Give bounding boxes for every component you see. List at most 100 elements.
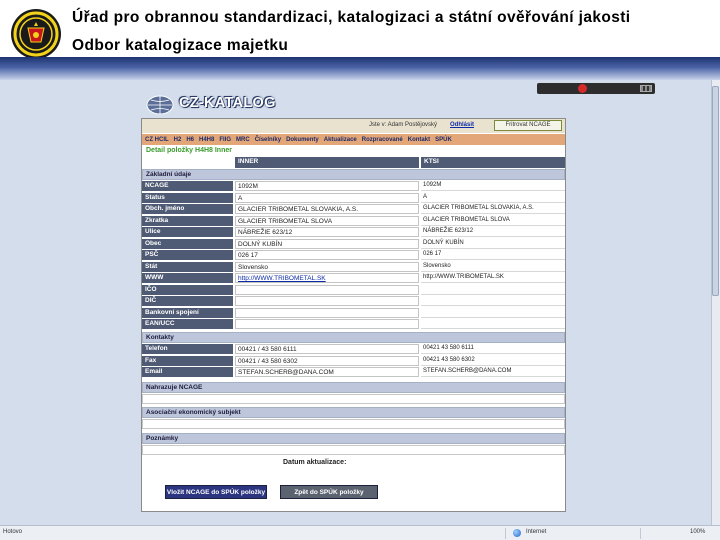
- main-menu: CZ HCIL H2 H6 H4H8 FIIG MRC Číselníky Do…: [142, 134, 565, 145]
- inner-value: STEFAN.SCHERB@DANA.COM: [235, 367, 419, 377]
- header-band: [0, 57, 720, 80]
- ktsi-value: [421, 307, 565, 318]
- ktsi-value: 026 17: [421, 250, 565, 260]
- menu-item-spuk[interactable]: SPÚK: [435, 137, 452, 143]
- inner-value: 00421 / 43 580 6111: [235, 344, 419, 354]
- row-label: WWW: [142, 273, 233, 283]
- ktsi-value: [421, 296, 565, 306]
- row-label: Obch. jméno: [142, 204, 233, 214]
- update-date-label: Datum aktualizace:: [283, 459, 347, 466]
- inner-value: A: [235, 192, 419, 203]
- scrollbar-thumb[interactable]: [712, 86, 719, 296]
- menu-item-aktualizace[interactable]: Aktualizace: [324, 137, 357, 143]
- record-icon[interactable]: [578, 84, 587, 93]
- row-label: Telefon: [142, 344, 233, 354]
- row-label: Zkratka: [142, 215, 233, 226]
- inner-value: Slovensko: [235, 261, 419, 272]
- user-bar: Jste v: Adam Postějovský Odhlásit Fritro…: [142, 119, 565, 133]
- ktsi-value: 00421 43 580 6302: [421, 355, 565, 366]
- menu-item-mrc[interactable]: MRC: [236, 137, 250, 143]
- section-header-parent-ncage: Nahrazuje NCAGE: [142, 382, 565, 393]
- table-row: Obec DOLNÝ KUBÍN DOLNÝ KUBÍN: [142, 238, 565, 250]
- user-label: Jste v: Adam Postějovský: [369, 122, 438, 128]
- table-row: Email STEFAN.SCHERB@DANA.COM STEFAN.SCHE…: [142, 367, 565, 378]
- ktsi-value: DOLNÝ KUBÍN: [421, 238, 565, 249]
- logo-text: CZ-KATALOG: [179, 95, 276, 111]
- send-ncage-button[interactable]: Vložit NCAGE do SPÚK položky: [165, 485, 267, 499]
- column-header-inner: INNER: [235, 157, 419, 168]
- row-label: PSČ: [142, 250, 233, 260]
- menu-item-h2[interactable]: H2: [174, 137, 182, 143]
- media-toolbar[interactable]: [537, 83, 655, 94]
- detail-title: Detail položky H4H8 Inner: [146, 147, 232, 154]
- column-header-ktsi: KTSI: [421, 157, 565, 168]
- table-row: Stát Slovensko Slovensko: [142, 261, 565, 273]
- row-label: Fax: [142, 355, 233, 366]
- catalog-app-panel: Jste v: Adam Postějovský Odhlásit Fritro…: [141, 118, 566, 512]
- associated-value: [142, 419, 565, 429]
- inner-value: 026 17: [235, 250, 419, 260]
- parent-ncage-value: [142, 394, 565, 404]
- back-button[interactable]: Zpět do SPÚK položky: [280, 485, 378, 499]
- table-row: EAN/UCC: [142, 319, 565, 330]
- ktsi-value: http://WWW.TRIBOMETAL.SK: [421, 273, 565, 283]
- row-label: Ulice: [142, 227, 233, 237]
- inner-value: GLACIER TRIBOMETAL SLOVAKIA, A.S.: [235, 204, 419, 214]
- menu-item-kontakt[interactable]: Kontakt: [408, 137, 430, 143]
- inner-value: [235, 296, 419, 306]
- row-label: DIČ: [142, 296, 233, 306]
- notes-value: [142, 445, 565, 455]
- ktsi-value: [421, 284, 565, 295]
- row-label: Email: [142, 367, 233, 377]
- menu-item-rozpracovane[interactable]: Rozpracované: [362, 137, 403, 143]
- table-row: Zkratka GLACIER TRIBOMETAL SLOVA GLACIER…: [142, 215, 565, 227]
- table-row: Obch. jméno GLACIER TRIBOMETAL SLOVAKIA,…: [142, 204, 565, 215]
- ktsi-value: A: [421, 192, 565, 203]
- row-label: NCAGE: [142, 181, 233, 191]
- table-row: NCAGE 1092M 1092M: [142, 181, 565, 192]
- row-label: Stát: [142, 261, 233, 272]
- table-row: Telefon 00421 / 43 580 6111 00421 43 580…: [142, 344, 565, 355]
- section-header-notes: Poznámky: [142, 433, 565, 444]
- table-row: Fax 00421 / 43 580 6302 00421 43 580 630…: [142, 355, 565, 367]
- menu-item-h6[interactable]: H6: [186, 137, 194, 143]
- table-row: DIČ: [142, 296, 565, 307]
- ktsi-value: GLACIER TRIBOMETAL SLOVA: [421, 215, 565, 226]
- row-label: Obec: [142, 238, 233, 249]
- ktsi-value: STEFAN.SCHERB@DANA.COM: [421, 367, 565, 377]
- inner-value: GLACIER TRIBOMETAL SLOVA: [235, 215, 419, 226]
- table-row: IČO: [142, 284, 565, 296]
- inner-value: 1092M: [235, 181, 419, 191]
- status-divider: [505, 528, 506, 539]
- menu-item-cz-hcil[interactable]: CZ HCIL: [145, 137, 169, 143]
- agency-emblem-icon: [11, 9, 61, 59]
- row-label: Bankovní spojení: [142, 307, 233, 318]
- browser-statusbar: Hotovo Internet 100%: [0, 525, 720, 540]
- ktsi-value: [421, 319, 565, 329]
- section-header-basic: Základní údaje: [142, 169, 565, 180]
- table-row: PSČ 026 17 026 17: [142, 250, 565, 261]
- status-text: Hotovo: [3, 529, 23, 535]
- menu-item-ciselniky[interactable]: Číselníky: [255, 137, 281, 143]
- ktsi-value: GLACIER TRIBOMETAL SLOVAKIA, A.S.: [421, 204, 565, 214]
- logout-link[interactable]: Odhlásit: [450, 122, 474, 128]
- website-link[interactable]: http://WWW.TRIBOMETAL.SK: [235, 273, 419, 283]
- filter-ncage-button[interactable]: Fritrovat NCAGE: [494, 120, 562, 131]
- menu-item-dokumenty[interactable]: Dokumenty: [286, 137, 319, 143]
- table-row: Ulice NÁBREŽIE 623/12 NÁBREŽIE 623/12: [142, 227, 565, 238]
- cz-katalog-logo: CZ-KATALOG: [146, 94, 296, 116]
- menu-item-fiig[interactable]: FIIG: [219, 137, 231, 143]
- inner-value: [235, 284, 419, 295]
- menu-item-h4h8[interactable]: H4H8: [199, 137, 214, 143]
- ktsi-value: NÁBREŽIE 623/12: [421, 227, 565, 237]
- inner-value: [235, 319, 419, 329]
- internet-zone-icon: [513, 529, 521, 537]
- globe-icon: [146, 95, 174, 115]
- inner-value: NÁBREŽIE 623/12: [235, 227, 419, 237]
- section-header-contacts: Kontakty: [142, 332, 565, 343]
- column-header-row: INNER KTSI: [142, 157, 565, 168]
- zoom-level[interactable]: 100%: [690, 529, 705, 535]
- inner-value: 00421 / 43 580 6302: [235, 355, 419, 366]
- section-header-associated: Asociační ekonomický subjekt: [142, 407, 565, 418]
- grid-icon[interactable]: [640, 85, 652, 92]
